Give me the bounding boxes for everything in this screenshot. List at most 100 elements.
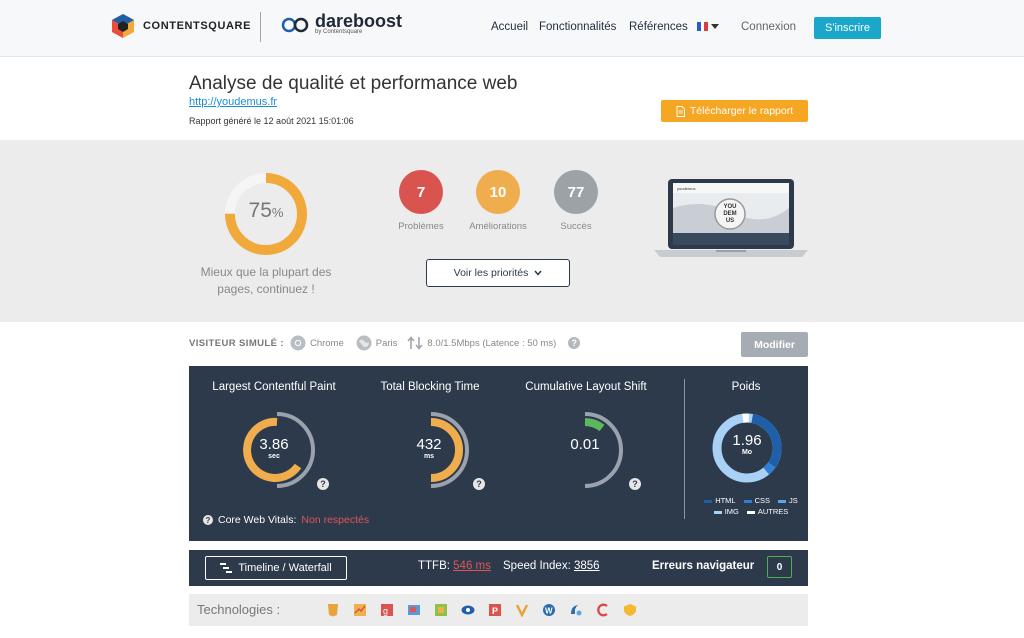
timeline-waterfall-label: Timeline / Waterfall bbox=[238, 562, 332, 574]
eye-icon[interactable] bbox=[461, 603, 475, 617]
technologies-label: Technologies : bbox=[197, 602, 281, 617]
cls-value: 0.01 bbox=[555, 436, 615, 453]
svg-text:g: g bbox=[383, 606, 388, 616]
nav-references-label[interactable]: Références bbox=[629, 21, 688, 33]
globe-icon bbox=[356, 335, 372, 351]
speed-index-metric: Speed Index: 3856 bbox=[503, 560, 600, 572]
browser-errors-label: Erreurs navigateur bbox=[652, 560, 755, 572]
tbt-number: 432 bbox=[416, 436, 442, 453]
wordpress-icon[interactable]: W bbox=[542, 603, 556, 617]
cls-label: Cumulative Layout Shift bbox=[525, 381, 647, 393]
shield-icon[interactable] bbox=[623, 603, 637, 617]
nav-accueil-label[interactable]: Accueil bbox=[491, 21, 528, 33]
ttfb-value[interactable]: 546 ms bbox=[453, 560, 491, 572]
legend-img-label: IMG bbox=[724, 507, 739, 516]
modify-visitor-button[interactable]: Modifier bbox=[741, 332, 808, 357]
legend-js: JS bbox=[778, 496, 798, 505]
core-web-vitals-status: ? Core Web Vitals: Non respectés bbox=[203, 514, 369, 526]
legend-js-label: JS bbox=[789, 496, 798, 505]
grid-icon[interactable] bbox=[434, 603, 448, 617]
v-icon[interactable] bbox=[515, 603, 529, 617]
nav-references[interactable]: Références bbox=[629, 21, 688, 33]
tbt-label: Total Blocking Time bbox=[380, 381, 480, 393]
ttfb-metric: TTFB: 546 ms bbox=[418, 560, 491, 572]
weight-number: 1.96 bbox=[732, 432, 762, 449]
speed-index-value[interactable]: 3856 bbox=[574, 560, 600, 572]
lcp-help-icon[interactable]: ? bbox=[317, 478, 329, 490]
visitor-connection: 8.0/1.5Mbps (Latence : 50 ms) bbox=[407, 336, 556, 350]
tbt-value: 432 ms bbox=[399, 436, 459, 460]
core-metrics-panel: Largest Contentful Paint Total Blocking … bbox=[189, 366, 808, 541]
legend-css: CSS bbox=[743, 496, 770, 505]
lcp-number: 3.86 bbox=[259, 436, 289, 453]
download-report-label: Télécharger le rapport bbox=[689, 105, 794, 117]
legend-img: IMG bbox=[713, 507, 739, 516]
brand-divider bbox=[260, 12, 261, 42]
mixed-icon[interactable] bbox=[407, 603, 421, 617]
score-number: 75 bbox=[248, 199, 272, 222]
contentsquare-logo[interactable]: CONTENTSQUARE bbox=[111, 13, 251, 39]
visitor-label: VISITEUR SIMULÉ : bbox=[189, 337, 284, 349]
p-icon[interactable]: P bbox=[488, 603, 502, 617]
weight-legend: HTML CSS JS IMG AUTRES bbox=[701, 496, 801, 518]
chart-icon[interactable] bbox=[353, 603, 367, 617]
improvements-stat[interactable]: 10 Améliorations bbox=[453, 170, 543, 232]
legend-html: HTML bbox=[704, 496, 736, 505]
cls-number: 0.01 bbox=[570, 436, 600, 453]
technologies-bar: Technologies : g P W bbox=[189, 594, 808, 626]
dareboost-logo[interactable]: dareboost by Contentsquare bbox=[281, 12, 402, 35]
improvements-count: 10 bbox=[476, 170, 520, 214]
nav-fonctionnalites-label[interactable]: Fonctionnalités bbox=[539, 21, 616, 33]
svg-text:DEM: DEM bbox=[723, 211, 736, 217]
browser-errors-count[interactable]: 0 bbox=[767, 556, 792, 578]
metrics-divider bbox=[684, 379, 685, 519]
up-down-arrows-icon bbox=[407, 336, 424, 350]
c-icon[interactable] bbox=[596, 603, 610, 617]
login-link[interactable]: Connexion bbox=[741, 21, 796, 33]
brand-primary-name: CONTENTSQUARE bbox=[143, 20, 252, 32]
preview-site-name: youdemus bbox=[677, 186, 695, 191]
cls-help-icon[interactable]: ? bbox=[629, 478, 641, 490]
problems-count: 7 bbox=[399, 170, 443, 214]
timeline-waterfall-button[interactable]: Timeline / Waterfall bbox=[205, 556, 347, 580]
improvements-label: Améliorations bbox=[469, 221, 527, 232]
language-dropdown-caret-icon[interactable] bbox=[711, 24, 719, 29]
analyzed-url-link[interactable]: http://youdemus.fr bbox=[189, 96, 277, 108]
signup-button[interactable]: S'inscrire bbox=[814, 17, 881, 39]
score-message: Mieux que la plupart des pages, continue… bbox=[200, 265, 332, 296]
score-value: 75% bbox=[222, 199, 310, 223]
successes-label: Succès bbox=[560, 221, 592, 232]
successes-stat[interactable]: 77 Succès bbox=[531, 170, 621, 232]
page-preview-laptop[interactable]: youdemus YOU DEM US bbox=[654, 178, 808, 258]
chevron-down-icon bbox=[534, 270, 542, 276]
technology-icons: g P W bbox=[326, 603, 637, 617]
cdn-icon[interactable] bbox=[569, 603, 583, 617]
page-title: Analyse de qualité et performance web bbox=[189, 73, 518, 94]
magento-like-icon[interactable]: g bbox=[380, 603, 394, 617]
legend-autres: AUTRES bbox=[746, 507, 789, 516]
legend-autres-label: AUTRES bbox=[757, 507, 789, 516]
nav-accueil[interactable]: Accueil bbox=[491, 21, 528, 33]
html5-icon[interactable] bbox=[326, 603, 340, 617]
weight-unit: Mo bbox=[741, 449, 753, 456]
download-report-button[interactable]: Télécharger le rapport bbox=[661, 100, 808, 122]
simulated-visitor-row: VISITEUR SIMULÉ : Chrome Paris 8.0/1.5Mb… bbox=[189, 334, 581, 352]
cwv-help-icon[interactable]: ? bbox=[203, 515, 213, 525]
legend-html-label: HTML bbox=[715, 496, 736, 505]
cwv-status: Non respectés bbox=[301, 514, 370, 526]
timeline-bar: Timeline / Waterfall TTFB: 546 ms Speed … bbox=[189, 550, 808, 586]
view-priorities-button[interactable]: Voir les priorités bbox=[426, 259, 570, 287]
waterfall-icon bbox=[220, 563, 233, 573]
contentsquare-hexagon-icon bbox=[112, 14, 134, 38]
language-flag-icon[interactable] bbox=[697, 22, 709, 31]
nav-fonctionnalites[interactable]: Fonctionnalités bbox=[539, 21, 616, 33]
svg-text:P: P bbox=[492, 606, 498, 616]
speed-index-label: Speed Index: bbox=[503, 560, 571, 572]
tbt-help-icon[interactable]: ? bbox=[473, 478, 485, 490]
visitor-help-icon[interactable]: ? bbox=[568, 337, 581, 349]
brand-secondary-name: dareboost bbox=[315, 11, 403, 31]
svg-text:US: US bbox=[726, 218, 734, 224]
visitor-browser-label: Chrome bbox=[309, 337, 344, 349]
dareboost-infinity-icon bbox=[281, 17, 309, 32]
lcp-label: Largest Contentful Paint bbox=[212, 381, 336, 393]
